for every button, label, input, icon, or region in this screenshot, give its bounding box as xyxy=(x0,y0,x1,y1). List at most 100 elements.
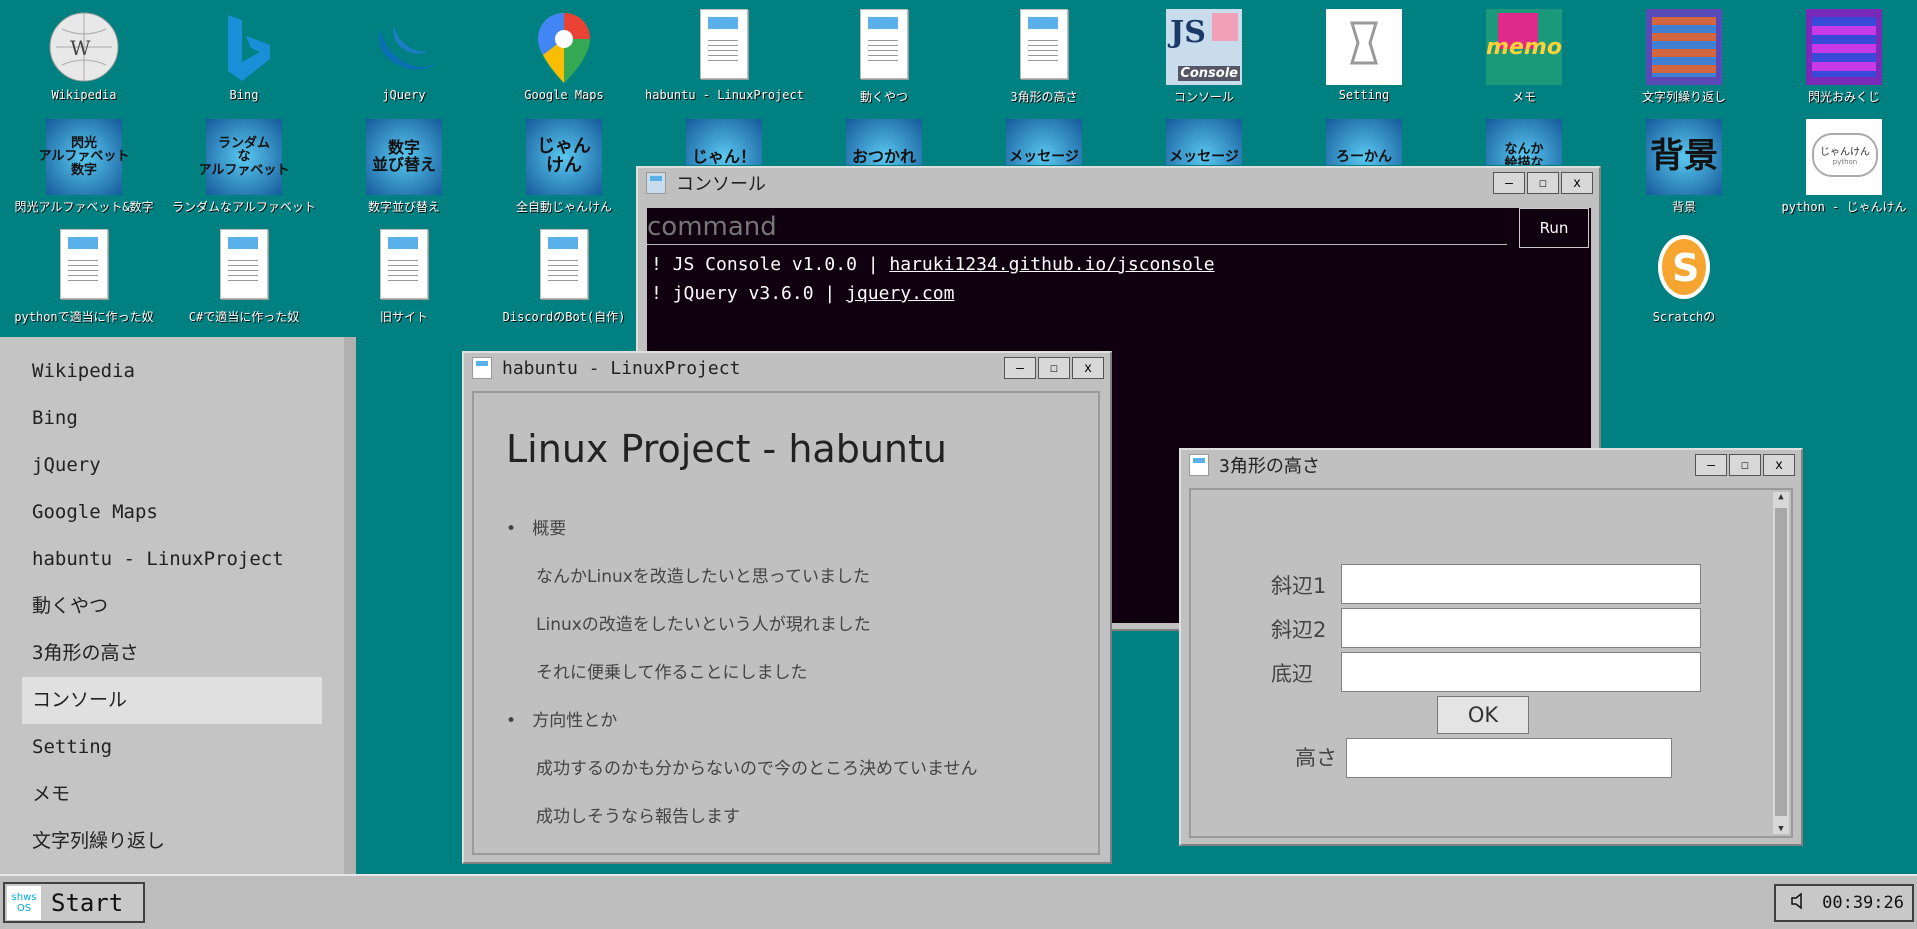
ok-button[interactable]: OK xyxy=(1437,696,1529,734)
tile-text: じゃん！ xyxy=(691,146,756,165)
desktop-icon-label: Scratchの xyxy=(1652,310,1716,324)
start-label: Start xyxy=(51,888,124,917)
close-button[interactable]: x xyxy=(1763,454,1795,476)
paragraph: Linuxの改造をしたいという人が現れました xyxy=(536,615,871,635)
desktop-icon-alphabet-number[interactable]: 閃光 アルファベット 数字 閃光アルファベット&数字 xyxy=(5,113,163,218)
desktop-icon-old-site[interactable]: 旧サイト xyxy=(325,223,483,328)
jquery-logo-icon xyxy=(366,9,442,85)
console-line: ! jQuery v3.6.0 | jquery.com xyxy=(651,279,1215,308)
start-menu: Wikipedia Bing jQuery Google Maps habunt… xyxy=(0,337,356,874)
sidebar-item-setting[interactable]: Setting xyxy=(22,724,322,771)
desktop-icon-string-repeat[interactable]: 文字列繰り返し xyxy=(1605,3,1763,108)
desktop-icon-omikuji[interactable]: 閃光おみくじ xyxy=(1765,3,1917,108)
minimize-button[interactable]: — xyxy=(1695,454,1727,476)
tile-icon: おつかれ xyxy=(846,119,922,165)
desktop-icon-label: メモ xyxy=(1511,90,1536,104)
start-button[interactable]: shws OS Start xyxy=(3,882,145,923)
scratch-icon: S xyxy=(1646,229,1722,305)
desktop-icon-bing[interactable]: Bing xyxy=(165,3,323,108)
desktop-icon-number-sort[interactable]: 数字 並び替え 数字並び替え xyxy=(325,113,483,218)
desktop-icon-console[interactable]: JS Console コンソール xyxy=(1125,3,1283,108)
desktop-icon-memo[interactable]: memo メモ xyxy=(1445,3,1603,108)
sidebar-item-jquery[interactable]: jQuery xyxy=(22,442,322,489)
side2-input[interactable] xyxy=(1341,608,1701,648)
desktop-icon-setting[interactable]: Setting xyxy=(1285,3,1443,108)
desktop-icon-python-janken[interactable]: じゃんけん python python - じゃんけん xyxy=(1765,113,1917,218)
command-input[interactable] xyxy=(647,210,1507,245)
desktop-icon-google-maps[interactable]: Google Maps xyxy=(485,3,643,108)
triangle-window[interactable]: 3角形の高さ — ☐ x ▲ ▼ 斜辺1 斜辺2 底辺 OK 高さ xyxy=(1179,448,1803,846)
desktop-icon-habuntu[interactable]: habuntu - LinuxProject xyxy=(645,3,804,108)
desktop-icon-hidden-4[interactable]: メッセージ xyxy=(1125,113,1283,165)
desktop-icon-label: 全自動じゃんけん xyxy=(515,200,612,214)
js-label: JS xyxy=(1170,15,1206,50)
tile-text: おつかれ xyxy=(851,146,916,165)
janken-badge-text: じゃんけん xyxy=(1820,147,1870,158)
speaker-icon[interactable] xyxy=(1790,892,1808,914)
habuntu-titlebar[interactable]: habuntu - LinuxProject — ☐ x xyxy=(464,353,1110,383)
tile-icon: じゃん！ xyxy=(686,119,762,165)
desktop-icon-ugoku[interactable]: 動くやつ xyxy=(805,3,963,108)
side1-input[interactable] xyxy=(1341,564,1701,604)
desktop-icon-hidden-1[interactable]: じゃん！ xyxy=(645,113,803,165)
desktop-icon-label: habuntu - LinuxProject xyxy=(645,88,804,102)
desktop-icon-janken[interactable]: じゃん けん 全自動じゃんけん xyxy=(485,113,643,218)
triangle-titlebar[interactable]: 3角形の高さ — ☐ x xyxy=(1181,450,1801,480)
sidebar-item-habuntu[interactable]: habuntu - LinuxProject xyxy=(22,536,322,583)
desktop-icon-discord-bot[interactable]: DiscordのBot(自作) xyxy=(485,223,643,328)
document-icon xyxy=(366,229,442,305)
scrollbar-thumb[interactable] xyxy=(1775,508,1787,816)
desktop-icon-csharp-script[interactable]: C#で適当に作った奴 xyxy=(165,223,323,328)
maximize-button[interactable]: ☐ xyxy=(1527,172,1559,194)
close-button[interactable]: x xyxy=(1561,172,1593,194)
sidebar-item-bing[interactable]: Bing xyxy=(22,395,322,442)
maximize-button[interactable]: ☐ xyxy=(1729,454,1761,476)
scroll-up-icon[interactable]: ▲ xyxy=(1773,492,1789,502)
sidebar-item-wikipedia[interactable]: Wikipedia xyxy=(22,348,322,395)
desktop-icon-hidden-5[interactable]: ろーかん xyxy=(1285,113,1443,165)
alphabet-number-icon: 閃光 アルファベット 数字 xyxy=(39,119,129,195)
sidebar-item-memo[interactable]: メモ xyxy=(22,771,322,818)
desktop-icon-scratch[interactable]: S Scratchの xyxy=(1605,223,1763,328)
desktop-icon-hidden-3[interactable]: メッセージ xyxy=(965,113,1123,165)
desktop-icon-python-script[interactable]: pythonで適当に作った奴 xyxy=(5,223,163,328)
habuntu-window[interactable]: habuntu - LinuxProject — ☐ x Linux Proje… xyxy=(462,351,1112,864)
janken-tile-text: じゃん けん xyxy=(537,136,591,176)
console-link[interactable]: haruki1234.github.io/jsconsole xyxy=(889,254,1214,275)
console-line-text: ! jQuery v3.6.0 | xyxy=(651,283,847,304)
sidebar-item-string-repeat[interactable]: 文字列繰り返し xyxy=(22,818,322,865)
desktop-icon-background[interactable]: 背景 背景 xyxy=(1605,113,1763,218)
minimize-button[interactable]: — xyxy=(1493,172,1525,194)
sidebar-item-ugoku[interactable]: 動くやつ xyxy=(22,583,322,630)
desktop-icon-label: Setting xyxy=(1338,88,1390,102)
console-link[interactable]: jquery.com xyxy=(846,283,954,304)
base-input[interactable] xyxy=(1341,652,1701,692)
desktop-icon-random-alphabet[interactable]: ランダム な アルファベット ランダムなアルファベット xyxy=(165,113,323,218)
desktop-icon-hidden-2[interactable]: おつかれ xyxy=(805,113,963,165)
scroll-down-icon[interactable]: ▼ xyxy=(1773,824,1789,834)
desktop-icon-label: 数字並び替え xyxy=(367,200,440,214)
bullet-text: 概要 xyxy=(532,519,567,539)
run-button[interactable]: Run xyxy=(1519,208,1589,248)
document-icon xyxy=(1006,9,1082,85)
bullet-text: 方向性とか xyxy=(532,711,618,731)
height-label: 高さ xyxy=(1295,746,1337,770)
desktop-icon-jquery[interactable]: jQuery xyxy=(325,3,483,108)
desktop-icon-label: Bing xyxy=(229,88,259,102)
sidebar-item-google-maps[interactable]: Google Maps xyxy=(22,489,322,536)
python-janken-icon: じゃんけん python xyxy=(1806,119,1882,195)
desktop-icon-hidden-6[interactable]: なんか 絵描な xyxy=(1445,113,1603,165)
desktop-icon-wikipedia[interactable]: W Wikipedia xyxy=(5,3,163,108)
sidebar-item-console[interactable]: コンソール xyxy=(22,677,322,724)
desktop-icon-label: Wikipedia xyxy=(51,88,117,102)
console-titlebar[interactable]: コンソール — ☐ x xyxy=(638,168,1599,198)
desktop-icon-label: 背景 xyxy=(1671,200,1696,214)
maximize-button[interactable]: ☐ xyxy=(1038,357,1070,379)
window-title: コンソール xyxy=(676,174,766,195)
desktop-icon-triangle[interactable]: 3角形の高さ xyxy=(965,3,1123,108)
height-output[interactable] xyxy=(1346,738,1672,778)
scrollbar[interactable]: ▲ ▼ xyxy=(1773,492,1789,834)
minimize-button[interactable]: — xyxy=(1004,357,1036,379)
close-button[interactable]: x xyxy=(1072,357,1104,379)
sidebar-item-triangle[interactable]: 3角形の高さ xyxy=(22,630,322,677)
